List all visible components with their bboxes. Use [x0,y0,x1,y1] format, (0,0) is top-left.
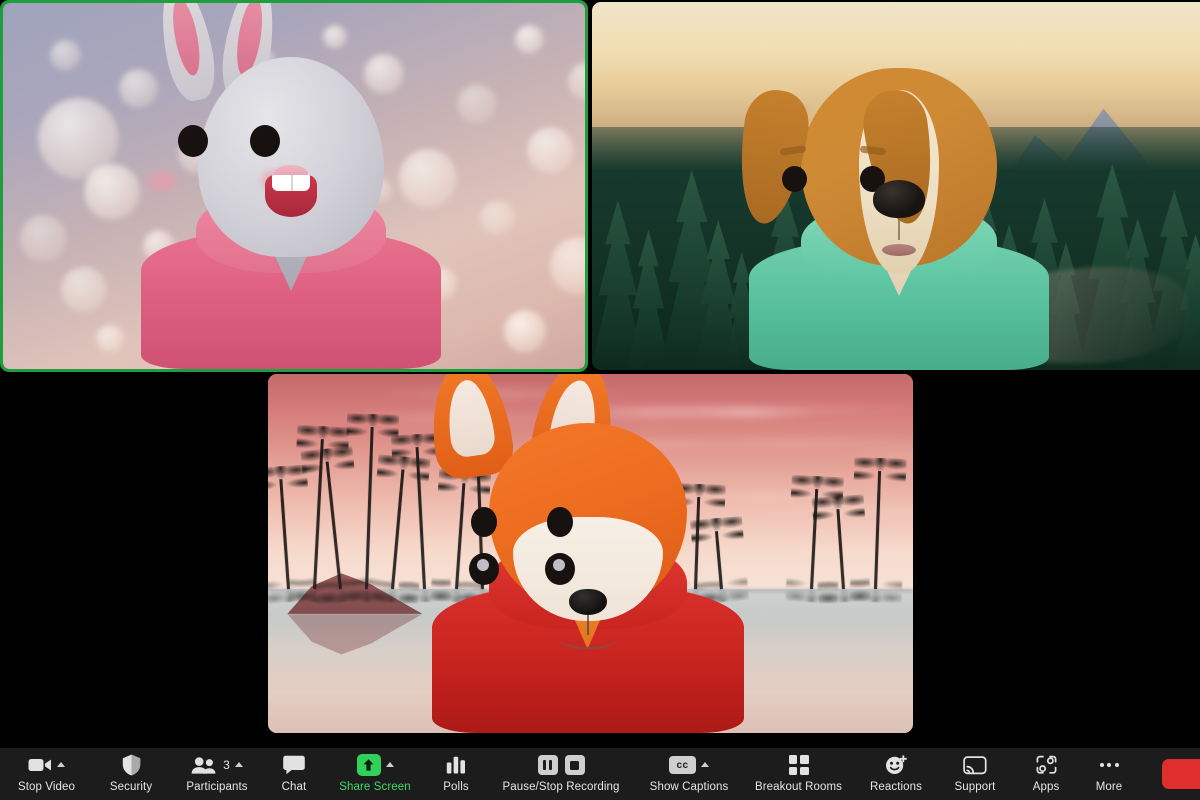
video-options-chevron[interactable] [57,762,65,767]
show-captions-label: Show Captions [650,780,729,794]
pause-stop-recording-label: Pause/Stop Recording [502,780,619,794]
shield-icon [122,754,141,776]
dog-mouth [882,244,916,256]
dog-eye-left [782,166,807,192]
share-screen-button[interactable]: Share Screen [323,748,427,800]
pause-stop-recording-button[interactable]: Pause/Stop Recording [485,748,637,800]
reactions-button[interactable]: Reactions [856,748,936,800]
fox-brow-left [471,507,497,537]
rabbit-eye-right [250,125,280,157]
rabbit-head [198,57,384,257]
fox-nose [569,589,607,615]
security-button[interactable]: Security [93,748,169,800]
fox-mouth [559,629,617,649]
share-screen-icon [357,754,381,776]
breakout-rooms-button[interactable]: Breakout Rooms [741,748,856,800]
dog-ear-left [731,86,813,228]
share-screen-label: Share Screen [339,780,411,794]
show-captions-button[interactable]: cc Show Captions [637,748,741,800]
dog-avatar [734,40,1064,370]
people-icon [191,757,217,774]
participant-tile-dog[interactable] [592,2,1200,370]
zoom-meeting-window: Stop Video Security 3 [0,0,1200,800]
rabbit-eye-left [178,125,208,157]
stop-video-label: Stop Video [18,780,75,794]
video-camera-icon [28,757,52,773]
fox-eye-left [469,553,499,585]
smiley-plus-icon [885,755,907,775]
reactions-label: Reactions [870,780,922,794]
rabbit-mouth [265,175,317,217]
apps-label: Apps [1033,780,1060,794]
dog-nose [873,180,925,218]
share-screen-options-chevron[interactable] [386,762,394,767]
rabbit-avatar [126,39,456,369]
screen-cast-icon [963,756,987,775]
polls-label: Polls [443,780,468,794]
more-button[interactable]: More [1078,748,1140,800]
breakout-rooms-label: Breakout Rooms [755,780,842,794]
chat-bubble-icon [283,755,305,775]
grid-squares-icon [789,755,809,775]
ellipsis-icon [1100,755,1119,775]
video-feed-rabbit [3,3,585,369]
stop-recording-icon[interactable] [565,755,585,775]
participants-button[interactable]: 3 Participants [169,748,265,800]
closed-caption-icon: cc [669,756,696,774]
chat-label: Chat [282,780,307,794]
chat-button[interactable]: Chat [265,748,323,800]
apps-icon [1036,755,1057,775]
participant-tile-rabbit[interactable] [0,0,588,372]
pause-recording-icon[interactable] [538,755,558,775]
fox-eye-right [545,553,575,585]
support-button[interactable]: Support [936,748,1014,800]
security-label: Security [110,780,152,794]
bar-chart-icon [446,756,466,774]
more-label: More [1096,780,1123,794]
captions-options-chevron[interactable] [701,762,709,767]
rabbit-cheek-left [148,171,176,191]
fox-avatar [423,393,753,733]
participants-options-chevron[interactable] [235,762,243,767]
video-gallery-stage [0,0,1200,748]
stop-video-button[interactable]: Stop Video [0,748,93,800]
apps-button[interactable]: Apps [1014,748,1078,800]
participant-count-badge: 3 [223,758,230,772]
meeting-controls-toolbar: Stop Video Security 3 [0,748,1200,800]
polls-button[interactable]: Polls [427,748,485,800]
support-label: Support [955,780,996,794]
video-feed-dog [592,2,1200,370]
fox-brow-right [547,507,573,537]
participants-label: Participants [186,780,247,794]
dog-muzzle-line [898,218,900,240]
video-feed-fox [268,374,913,733]
end-meeting-button[interactable] [1162,759,1200,789]
participant-tile-fox[interactable] [268,374,913,733]
